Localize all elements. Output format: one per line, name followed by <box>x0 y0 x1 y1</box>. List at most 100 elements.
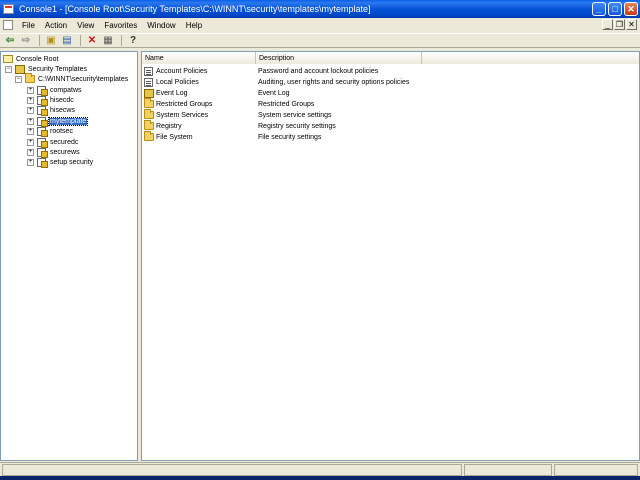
policy-icon <box>144 78 154 87</box>
list-item[interactable]: System Services System service settings <box>142 109 332 121</box>
list-item-description: Auditing, user rights and security optio… <box>258 79 410 86</box>
tree-item-template[interactable]: + compatws <box>27 85 83 96</box>
mdi-restore-button[interactable]: ❐ <box>614 19 625 30</box>
list-item[interactable]: Account Policies Password and account lo… <box>142 66 378 77</box>
forward-arrow-icon: ⇨ <box>21 34 31 46</box>
expand-toggle[interactable]: + <box>27 117 34 125</box>
expand-toggle[interactable]: + <box>27 138 34 146</box>
mdi-close-button[interactable]: ✕ <box>626 19 637 30</box>
list-item[interactable]: Event Log Event Log <box>142 88 290 99</box>
list-item-description: Password and account lockout policies <box>258 68 379 75</box>
close-button[interactable]: ✕ <box>624 2 638 16</box>
template-icon <box>37 126 48 137</box>
list-item-name: System Services <box>156 112 209 119</box>
list-item[interactable]: File System File security settings <box>142 131 322 143</box>
list-item-description: Registry security settings <box>258 123 336 130</box>
column-header-description[interactable]: Description <box>256 52 422 64</box>
minimize-button[interactable]: _ <box>592 2 606 16</box>
tree-item-security-templates[interactable]: − Security Templates <box>5 64 88 74</box>
list-item-description: Event Log <box>258 90 290 97</box>
expand-toggle[interactable]: + <box>27 86 34 94</box>
console-system-menu-icon[interactable] <box>3 20 13 30</box>
list-item-name: Account Policies <box>156 68 208 75</box>
collapse-toggle[interactable]: − <box>15 75 22 83</box>
toolbar: ⇦ ⇨ ▣ ▤ ✕ ▦ ? <box>0 33 640 48</box>
template-icon <box>37 137 48 148</box>
toolbar-separator <box>121 35 122 46</box>
template-icon <box>37 157 48 168</box>
list-item-name: Registry <box>156 123 182 130</box>
tree-label: securedc <box>50 138 79 146</box>
up-one-level-button[interactable]: ▣ <box>44 34 58 47</box>
list-item-name: Restricted Groups <box>156 101 213 108</box>
list-item-name: Local Policies <box>156 79 199 86</box>
tree-item-template[interactable]: + securews <box>27 147 81 158</box>
template-icon <box>37 147 48 158</box>
tree-item-template[interactable]: + rootsec <box>27 126 74 137</box>
console-tree[interactable]: Console Root − Security Templates − C:\W… <box>0 51 138 461</box>
export-list-icon: ▦ <box>103 34 113 46</box>
tree-item-template[interactable]: + hisecws <box>27 105 76 116</box>
status-cell-tertiary <box>554 464 638 476</box>
list-item-description: File security settings <box>258 134 322 141</box>
mmc-app-icon[interactable] <box>3 3 15 15</box>
tree-item-template[interactable]: + setup security <box>27 157 94 168</box>
status-bar <box>0 462 640 476</box>
tree-label: Security Templates <box>28 65 88 73</box>
collapse-toggle[interactable]: − <box>5 65 12 73</box>
expand-toggle[interactable]: + <box>27 106 34 114</box>
list-item-name: File System <box>156 134 193 141</box>
tree-item-templates-path[interactable]: − C:\WINNT\security\templates <box>15 72 129 84</box>
export-list-button[interactable]: ▦ <box>101 34 115 47</box>
menu-action[interactable]: Action <box>40 21 72 30</box>
list-item[interactable]: Local Policies Auditing, user rights and… <box>142 77 409 88</box>
title-bar[interactable]: Console1 - [Console Root\Security Templa… <box>0 0 640 18</box>
status-cell-secondary <box>464 464 552 476</box>
tree-label: compatws <box>50 86 82 94</box>
menu-file[interactable]: File <box>17 21 40 30</box>
window-title: Console1 - [Console Root\Security Templa… <box>19 4 371 14</box>
list-item-name: Event Log <box>156 90 188 97</box>
menu-window[interactable]: Window <box>142 21 180 30</box>
up-folder-icon: ▣ <box>46 34 56 46</box>
tree-label: hisecws <box>50 106 75 114</box>
delete-button[interactable]: ✕ <box>85 34 99 47</box>
column-header-filler <box>422 52 639 64</box>
expand-toggle[interactable]: + <box>27 148 34 156</box>
tree-label: C:\WINNT\security\templates <box>38 75 129 83</box>
list-item-description: System service settings <box>258 112 332 119</box>
console-root-icon <box>3 54 13 64</box>
template-icon <box>37 85 48 96</box>
folder-icon <box>144 98 154 109</box>
menu-view[interactable]: View <box>72 21 99 30</box>
template-icon <box>37 95 48 106</box>
column-header-name[interactable]: Name <box>142 52 256 64</box>
tree-label: rootsec <box>50 127 73 135</box>
tree-label: mytemplate <box>47 116 89 126</box>
mdi-minimize-button[interactable]: _ <box>602 19 613 30</box>
expand-toggle[interactable]: + <box>27 158 34 166</box>
console-tree-icon: ▤ <box>62 34 72 46</box>
maximize-button[interactable]: □ <box>608 2 622 16</box>
menu-favorites[interactable]: Favorites <box>99 21 142 30</box>
tree-item-template[interactable]: + hisecdc <box>27 95 75 106</box>
folder-icon <box>144 131 154 142</box>
expand-toggle[interactable]: + <box>27 127 34 135</box>
list-item-description: Restricted Groups <box>258 101 315 108</box>
back-button[interactable]: ⇦ <box>3 34 17 47</box>
folder-icon <box>144 120 154 131</box>
status-cell-main <box>2 464 462 476</box>
tree-item-console-root[interactable]: Console Root <box>3 54 59 64</box>
policy-icon <box>144 67 154 76</box>
list-item[interactable]: Restricted Groups Restricted Groups <box>142 98 315 110</box>
help-button[interactable]: ? <box>126 34 140 47</box>
tree-item-template[interactable]: + securedc <box>27 137 79 148</box>
expand-toggle[interactable]: + <box>27 96 34 104</box>
forward-button[interactable]: ⇨ <box>19 34 33 47</box>
menu-help[interactable]: Help <box>181 21 207 30</box>
show-hide-tree-button[interactable]: ▤ <box>60 34 74 47</box>
folder-icon <box>144 109 154 120</box>
list-item[interactable]: Registry Registry security settings <box>142 120 336 132</box>
details-pane[interactable]: Name Description Account Policies Passwo… <box>141 51 640 461</box>
tree-item-template-selected[interactable]: + mytemplate <box>27 116 89 127</box>
